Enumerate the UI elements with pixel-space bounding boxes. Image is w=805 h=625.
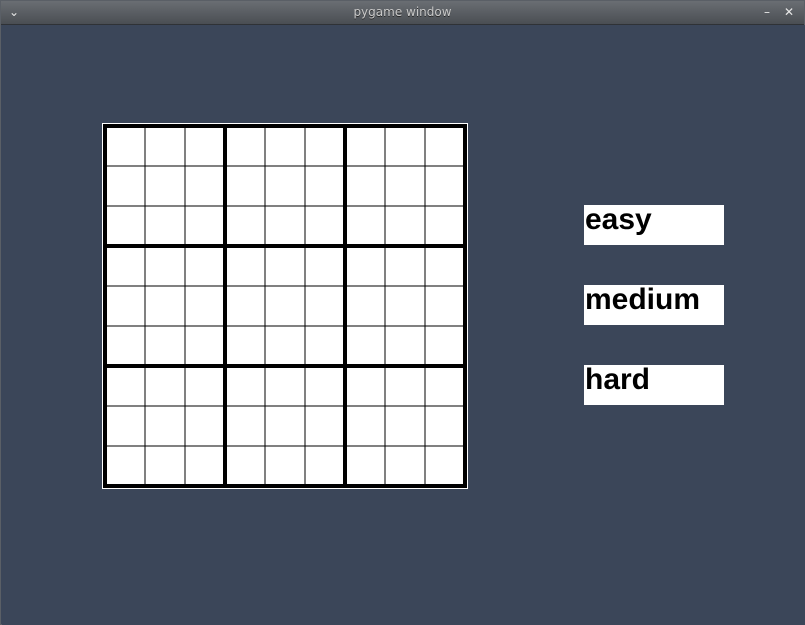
sudoku-cell[interactable] [225,246,265,286]
sudoku-cell[interactable] [305,366,345,406]
title-bar[interactable]: ⌄ pygame window – ✕ [1,1,804,25]
sudoku-cell[interactable] [385,366,425,406]
sudoku-cell[interactable] [185,206,225,246]
sudoku-cell[interactable] [265,406,305,446]
sudoku-cell[interactable] [265,206,305,246]
sudoku-cell[interactable] [305,326,345,366]
sudoku-cell[interactable] [385,406,425,446]
pygame-window: ⌄ pygame window – ✕ easy medium hard [0,0,805,625]
sudoku-cell[interactable] [425,446,465,486]
sudoku-cell[interactable] [345,246,385,286]
sudoku-cell[interactable] [145,326,185,366]
sudoku-cell[interactable] [105,446,145,486]
sudoku-cell[interactable] [185,246,225,286]
sudoku-cell[interactable] [385,286,425,326]
sudoku-cell[interactable] [345,406,385,446]
sudoku-cell[interactable] [105,126,145,166]
sudoku-cell[interactable] [145,366,185,406]
sudoku-cell[interactable] [105,406,145,446]
sudoku-cell[interactable] [345,326,385,366]
minimize-icon[interactable]: – [758,3,776,21]
sudoku-cell[interactable] [145,166,185,206]
sudoku-cell[interactable] [145,446,185,486]
sudoku-cell[interactable] [185,126,225,166]
sudoku-cell[interactable] [225,206,265,246]
sudoku-cell[interactable] [265,446,305,486]
sudoku-cell[interactable] [385,166,425,206]
sudoku-cell[interactable] [385,206,425,246]
sudoku-cell[interactable] [265,166,305,206]
game-canvas: easy medium hard [2,25,805,625]
sudoku-cell[interactable] [105,326,145,366]
sudoku-cell[interactable] [425,286,465,326]
sudoku-cell[interactable] [185,366,225,406]
sudoku-cell[interactable] [265,366,305,406]
window-title: pygame window [353,5,452,19]
sudoku-cell[interactable] [305,246,345,286]
sudoku-cell[interactable] [225,126,265,166]
sudoku-cell[interactable] [105,166,145,206]
sudoku-cell[interactable] [305,406,345,446]
sudoku-cell[interactable] [225,326,265,366]
sudoku-cell[interactable] [105,286,145,326]
sudoku-cell[interactable] [305,166,345,206]
sudoku-cell[interactable] [345,366,385,406]
sudoku-board[interactable] [102,123,468,489]
sudoku-cell[interactable] [425,246,465,286]
sudoku-cell[interactable] [305,446,345,486]
sudoku-cell[interactable] [265,246,305,286]
sudoku-cell[interactable] [185,326,225,366]
sudoku-cell[interactable] [265,286,305,326]
sudoku-cell[interactable] [225,366,265,406]
sudoku-cell[interactable] [425,206,465,246]
sudoku-cell[interactable] [265,126,305,166]
sudoku-cell[interactable] [225,406,265,446]
sudoku-cell[interactable] [145,206,185,246]
sudoku-cell[interactable] [145,126,185,166]
easy-button[interactable]: easy [584,205,724,245]
sudoku-cell[interactable] [225,286,265,326]
sudoku-cell[interactable] [145,286,185,326]
sudoku-cell[interactable] [305,126,345,166]
sudoku-cell[interactable] [425,326,465,366]
sudoku-cell[interactable] [225,446,265,486]
sudoku-cell[interactable] [145,406,185,446]
sudoku-cell[interactable] [105,366,145,406]
sudoku-cell[interactable] [185,286,225,326]
sudoku-cell[interactable] [425,366,465,406]
sudoku-cell[interactable] [145,246,185,286]
sudoku-cell[interactable] [345,286,385,326]
sudoku-cell[interactable] [185,446,225,486]
sudoku-cell[interactable] [185,166,225,206]
sudoku-cell[interactable] [345,446,385,486]
sudoku-cell[interactable] [305,286,345,326]
sudoku-cell[interactable] [385,446,425,486]
sudoku-cell[interactable] [385,246,425,286]
sudoku-cell[interactable] [305,206,345,246]
medium-button[interactable]: medium [584,285,724,325]
sudoku-cell[interactable] [265,326,305,366]
sudoku-cell[interactable] [345,206,385,246]
sudoku-cell[interactable] [425,126,465,166]
sudoku-cell[interactable] [425,406,465,446]
sudoku-cell[interactable] [345,166,385,206]
sudoku-cell[interactable] [105,206,145,246]
sudoku-cell[interactable] [385,326,425,366]
sudoku-cell[interactable] [385,126,425,166]
sudoku-cell[interactable] [185,406,225,446]
sudoku-cell[interactable] [105,246,145,286]
close-icon[interactable]: ✕ [780,3,798,21]
hard-button[interactable]: hard [584,365,724,405]
sudoku-cell[interactable] [345,126,385,166]
sudoku-cell[interactable] [225,166,265,206]
sudoku-cell[interactable] [425,166,465,206]
